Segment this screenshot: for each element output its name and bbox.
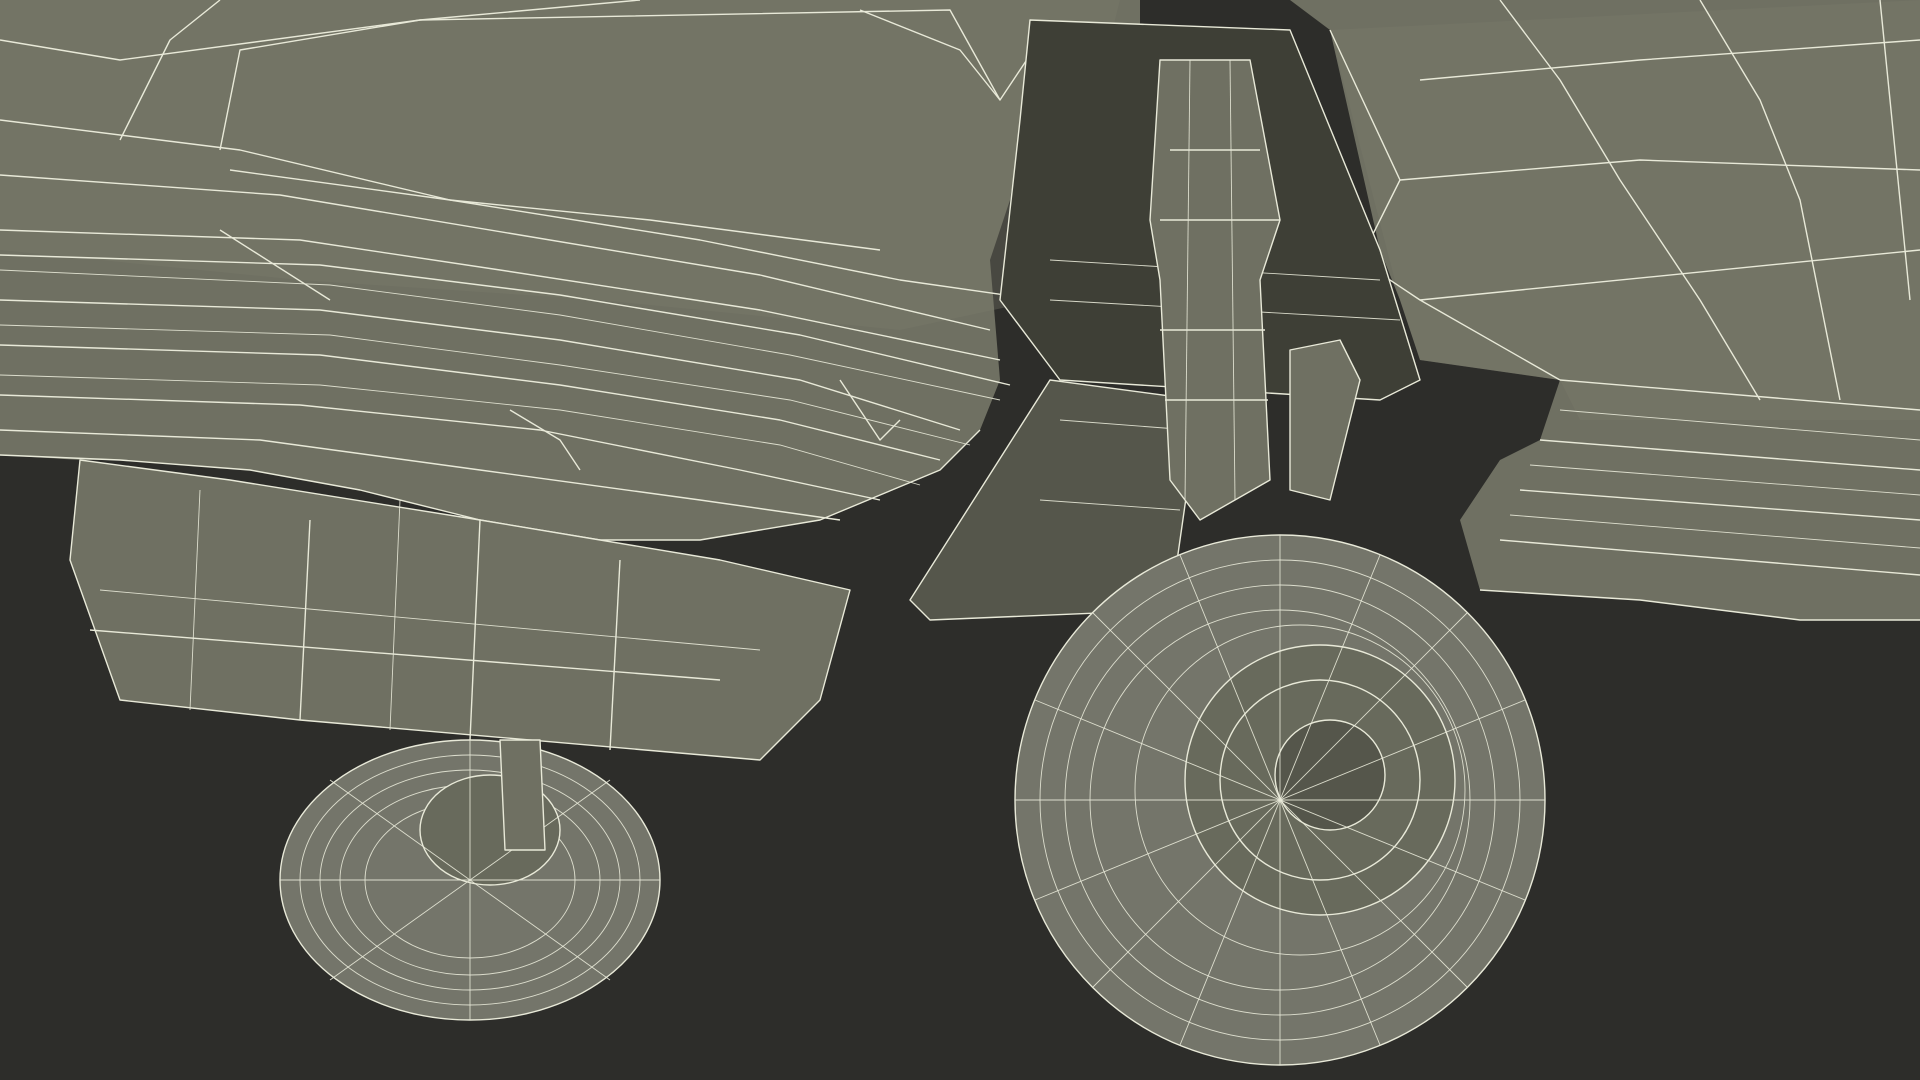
nose-wheel (279, 739, 661, 1021)
wireframe-render (0, 0, 1920, 1080)
main-wheel (1014, 534, 1546, 1066)
